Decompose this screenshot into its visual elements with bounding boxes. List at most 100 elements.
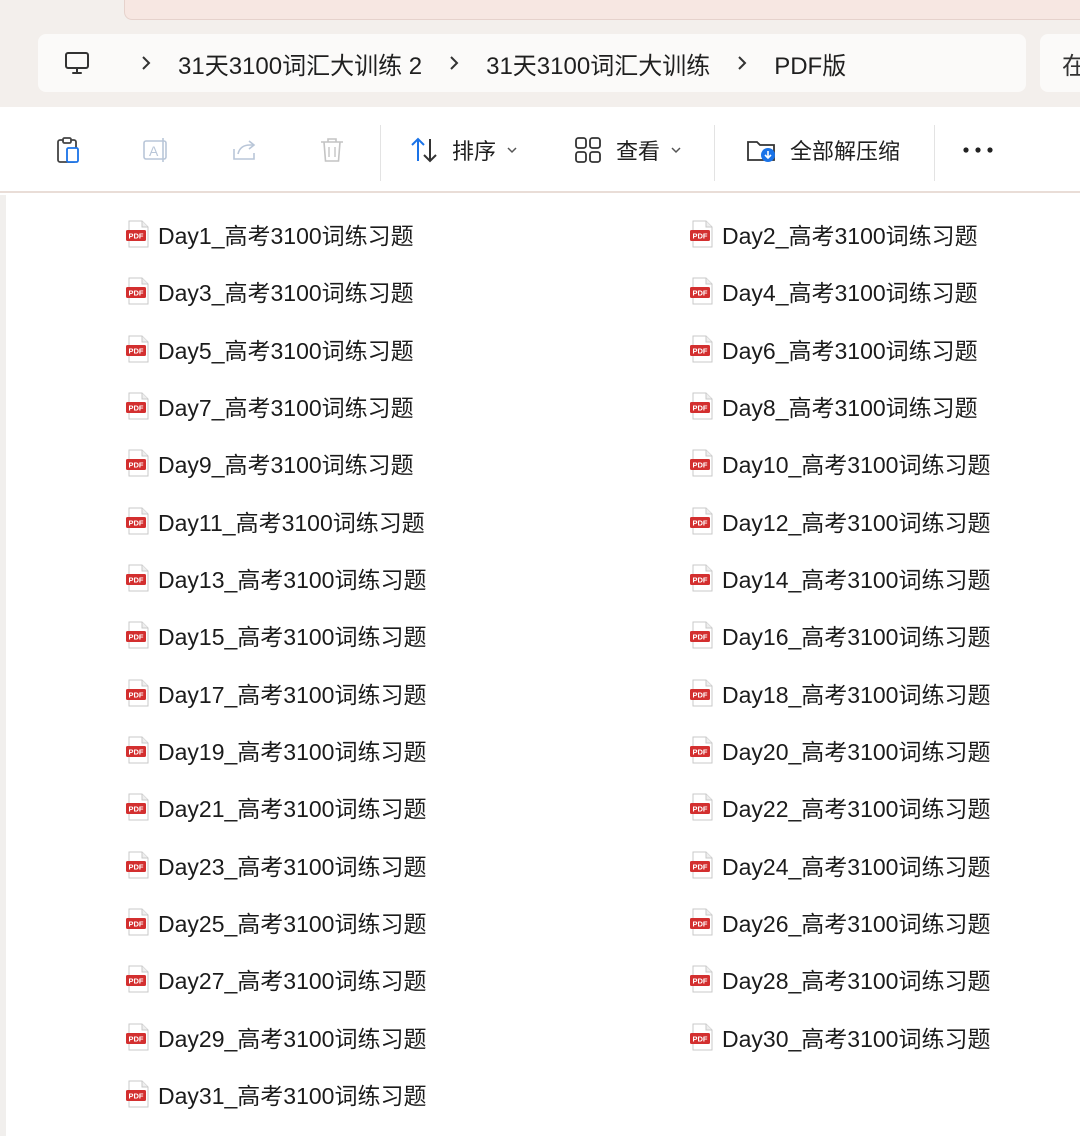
pdf-file-icon: PDF (126, 621, 150, 649)
pdf-file-icon: PDF (690, 679, 714, 707)
breadcrumb-item[interactable]: 31天3100词汇大训练 (482, 46, 714, 81)
extract-all-label: 全部解压缩 (790, 139, 901, 164)
file-item[interactable]: PDF Day16_高考3100词练习题 (690, 615, 990, 655)
delete-button[interactable] (316, 125, 348, 175)
chevron-right-icon[interactable] (444, 51, 464, 75)
pdf-file-icon: PDF (690, 507, 714, 535)
file-item[interactable]: PDF Day6_高考3100词练习题 (690, 329, 978, 369)
breadcrumb[interactable]: 31天3100词汇大训练 2 31天3100词汇大训练 PDF版 (38, 34, 1026, 92)
svg-text:PDF: PDF (693, 1034, 708, 1043)
file-item[interactable]: PDF Day19_高考3100词练习题 (126, 730, 426, 770)
sort-button[interactable]: 排序 (408, 125, 518, 175)
svg-text:PDF: PDF (129, 289, 144, 298)
file-item[interactable]: PDF Day4_高考3100词练习题 (690, 271, 978, 311)
file-item[interactable]: PDF Day24_高考3100词练习题 (690, 845, 990, 885)
file-item[interactable]: PDF Day29_高考3100词练习题 (126, 1017, 426, 1057)
file-name: Day8_高考3100词练习题 (722, 394, 978, 421)
file-name: Day31_高考3100词练习题 (158, 1082, 427, 1109)
file-item[interactable]: PDF Day25_高考3100词练习题 (126, 902, 426, 942)
file-name: Day5_高考3100词练习题 (158, 337, 414, 364)
file-item[interactable]: PDF Day10_高考3100词练习题 (690, 443, 990, 483)
rename-icon: A (140, 134, 172, 166)
view-label: 查看 (616, 139, 661, 164)
file-item[interactable]: PDF Day17_高考3100词练习题 (126, 673, 426, 713)
toolbar-divider (380, 125, 381, 181)
file-item[interactable]: PDF Day31_高考3100词练习题 (126, 1074, 426, 1114)
file-list: PDF Day1_高考3100词练习题 PDF Day2_高考3100词练习题 PDF D… (0, 195, 1080, 1136)
file-name: Day12_高考3100词练习题 (722, 509, 991, 536)
file-item[interactable]: PDF Day30_高考3100词练习题 (690, 1017, 990, 1057)
svg-text:PDF: PDF (693, 576, 708, 585)
file-item[interactable]: PDF Day15_高考3100词练习题 (126, 615, 426, 655)
file-item[interactable]: PDF Day9_高考3100词练习题 (126, 443, 414, 483)
svg-text:PDF: PDF (693, 920, 708, 929)
file-name: Day9_高考3100词练习题 (158, 452, 414, 479)
tab-strip (124, 0, 1080, 20)
svg-text:PDF: PDF (129, 404, 144, 413)
svg-text:PDF: PDF (693, 461, 708, 470)
file-item[interactable]: PDF Day1_高考3100词练习题 (126, 214, 414, 254)
pdf-file-icon: PDF (126, 1023, 150, 1051)
chevron-right-icon[interactable] (136, 51, 156, 75)
chevron-right-icon[interactable] (732, 51, 752, 75)
svg-text:PDF: PDF (129, 920, 144, 929)
file-name: Day25_高考3100词练习题 (158, 910, 427, 937)
paste-button[interactable] (52, 125, 84, 175)
pdf-file-icon: PDF (690, 564, 714, 592)
svg-text:A: A (149, 143, 159, 159)
file-name: Day4_高考3100词练习题 (722, 280, 978, 307)
pdf-file-icon: PDF (690, 392, 714, 420)
svg-text:PDF: PDF (693, 633, 708, 642)
breadcrumb-item-current[interactable]: PDF版 (770, 46, 850, 81)
svg-text:PDF: PDF (129, 232, 144, 241)
pdf-file-icon: PDF (126, 908, 150, 936)
view-button[interactable]: 查看 (572, 125, 682, 175)
svg-text:PDF: PDF (693, 805, 708, 814)
search-box[interactable]: 在 (1040, 34, 1080, 92)
file-item[interactable]: PDF Day20_高考3100词练习题 (690, 730, 990, 770)
this-pc-icon[interactable] (62, 48, 92, 78)
svg-text:PDF: PDF (693, 404, 708, 413)
file-name: Day29_高考3100词练习题 (158, 1025, 427, 1052)
file-explorer-window: 31天3100词汇大训练 2 31天3100词汇大训练 PDF版 在 A 排序 … (0, 0, 1080, 1136)
file-item[interactable]: PDF Day11_高考3100词练习题 (126, 501, 425, 541)
pdf-file-icon: PDF (126, 507, 150, 535)
file-item[interactable]: PDF Day22_高考3100词练习题 (690, 787, 990, 827)
breadcrumb-item[interactable]: 31天3100词汇大训练 2 (174, 46, 426, 81)
pdf-file-icon: PDF (126, 277, 150, 305)
extract-all-button[interactable]: 全部解压缩 (746, 125, 900, 175)
file-name: Day3_高考3100词练习题 (158, 280, 414, 307)
svg-text:PDF: PDF (693, 977, 708, 986)
file-name: Day28_高考3100词练习题 (722, 968, 991, 995)
pdf-file-icon: PDF (690, 736, 714, 764)
navigation-pane-edge (0, 195, 6, 1136)
pdf-file-icon: PDF (690, 851, 714, 879)
svg-text:PDF: PDF (129, 518, 144, 527)
file-item[interactable]: PDF Day26_高考3100词练习题 (690, 902, 990, 942)
sort-label: 排序 (452, 139, 497, 164)
rename-button[interactable]: A (140, 125, 172, 175)
svg-text:PDF: PDF (129, 346, 144, 355)
file-item[interactable]: PDF Day3_高考3100词练习题 (126, 271, 414, 311)
file-item[interactable]: PDF Day13_高考3100词练习题 (126, 558, 426, 598)
pdf-file-icon: PDF (126, 793, 150, 821)
more-dots-icon (962, 134, 994, 166)
share-button[interactable] (228, 125, 260, 175)
more-options-button[interactable] (962, 125, 994, 175)
file-name: Day23_高考3100词练习题 (158, 853, 427, 880)
file-item[interactable]: PDF Day18_高考3100词练习题 (690, 673, 990, 713)
file-item[interactable]: PDF Day27_高考3100词练习题 (126, 959, 426, 999)
file-item[interactable]: PDF Day21_高考3100词练习题 (126, 787, 426, 827)
file-item[interactable]: PDF Day12_高考3100词练习题 (690, 501, 990, 541)
sort-arrows-icon (408, 134, 440, 166)
file-item[interactable]: PDF Day7_高考3100词练习题 (126, 386, 414, 426)
svg-text:PDF: PDF (129, 461, 144, 470)
file-item[interactable]: PDF Day5_高考3100词练习题 (126, 329, 414, 369)
file-item[interactable]: PDF Day28_高考3100词练习题 (690, 959, 990, 999)
pdf-file-icon: PDF (690, 793, 714, 821)
file-item[interactable]: PDF Day14_高考3100词练习题 (690, 558, 990, 598)
file-item[interactable]: PDF Day8_高考3100词练习题 (690, 386, 978, 426)
file-item[interactable]: PDF Day2_高考3100词练习题 (690, 214, 978, 254)
svg-text:PDF: PDF (693, 289, 708, 298)
file-item[interactable]: PDF Day23_高考3100词练习题 (126, 845, 426, 885)
